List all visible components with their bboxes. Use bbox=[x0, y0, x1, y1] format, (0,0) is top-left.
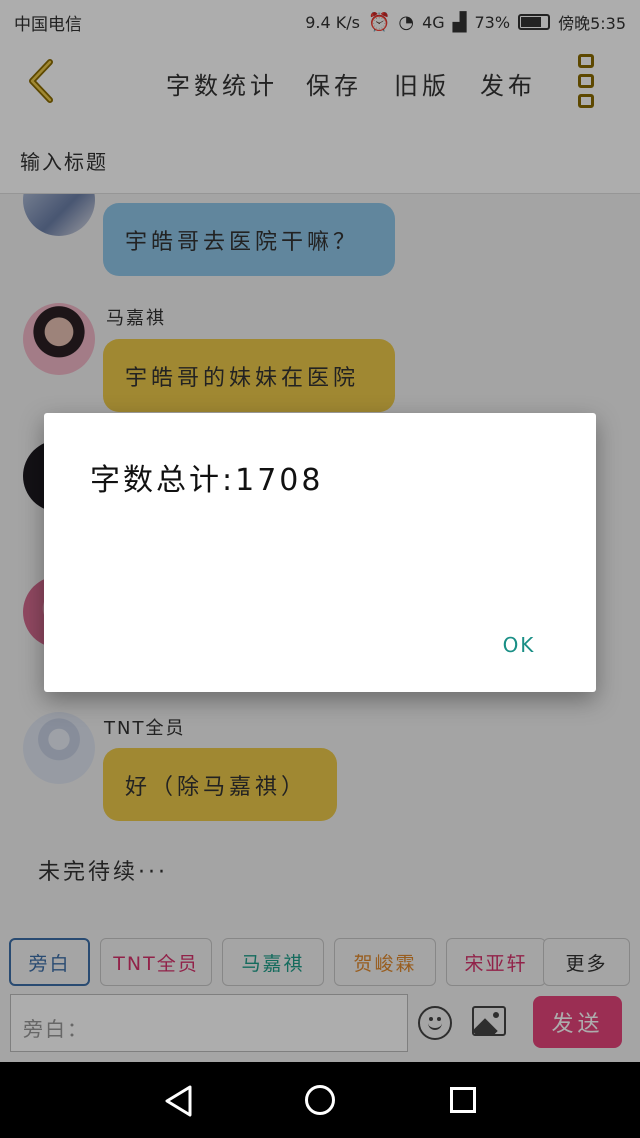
nav-recent-icon[interactable] bbox=[450, 1087, 476, 1113]
word-count-dialog: 字数总计:1708 OK bbox=[44, 413, 596, 692]
nav-home-icon[interactable] bbox=[305, 1085, 335, 1115]
navigation-bar bbox=[0, 1062, 640, 1138]
dialog-message: 字数总计:1708 bbox=[90, 463, 324, 498]
ok-button[interactable]: OK bbox=[494, 625, 544, 665]
nav-back-icon[interactable] bbox=[163, 1084, 195, 1118]
